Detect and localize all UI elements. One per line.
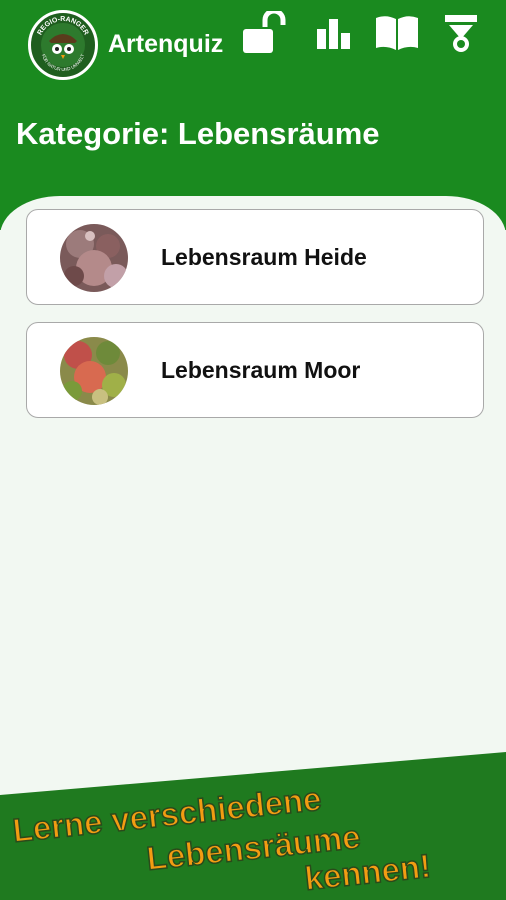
category-card-moor[interactable]: Lebensraum Moor: [26, 322, 484, 418]
category-card-heide[interactable]: Lebensraum Heide: [26, 209, 484, 305]
page-title: Kategorie: Lebensräume: [16, 116, 380, 151]
unlock-icon[interactable]: [240, 8, 290, 58]
moor-thumbnail: [60, 337, 128, 405]
heide-thumbnail: [60, 224, 128, 292]
bar-chart-icon[interactable]: [308, 8, 358, 58]
regio-ranger-logo: REGIO-RANGER FÜR NATUR UND UMWELT: [28, 10, 98, 80]
app-title: Artenquiz: [108, 30, 224, 58]
banner-line-3: kennen!: [303, 847, 433, 897]
badge-icon[interactable]: [436, 8, 486, 58]
book-icon[interactable]: [372, 8, 422, 58]
banner-line-2: Lebensräume: [145, 818, 362, 877]
category-label: Lebensraum Moor: [161, 357, 361, 383]
logo-graphic: REGIO-RANGER FÜR NATUR UND UMWELT: [32, 14, 94, 76]
category-label: Lebensraum Heide: [161, 244, 367, 270]
